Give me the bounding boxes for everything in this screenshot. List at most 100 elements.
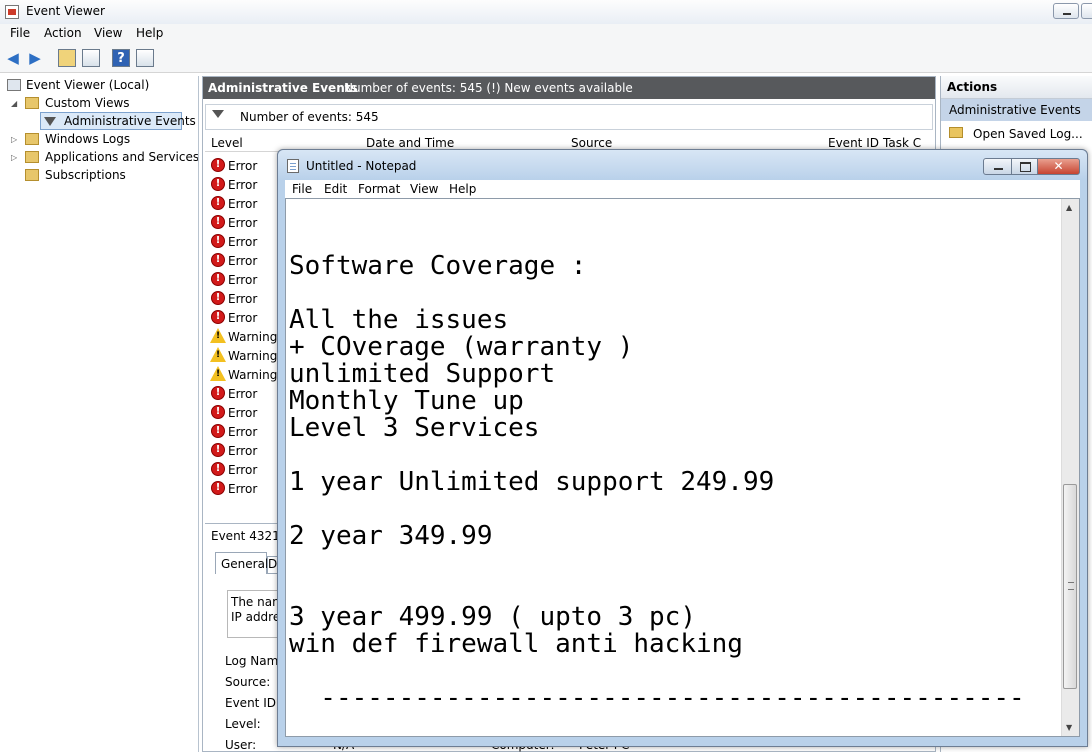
notepad-menu-format[interactable]: Format bbox=[358, 182, 400, 196]
table-row[interactable]: ! Error bbox=[205, 270, 285, 289]
scroll-down-arrow-icon[interactable]: ▼ bbox=[1066, 723, 1072, 732]
up-folder-icon[interactable] bbox=[58, 49, 76, 67]
table-row[interactable]: ! Error bbox=[205, 232, 285, 251]
tree-item-event-viewer-local[interactable]: Event Viewer (Local) bbox=[0, 77, 198, 95]
table-row[interactable]: ! Error bbox=[205, 213, 285, 232]
table-row[interactable]: ! Error bbox=[205, 384, 285, 403]
actions-section-administrative-events[interactable]: Administrative Events bbox=[941, 99, 1092, 121]
row-level-label: Error bbox=[228, 216, 258, 230]
folder-icon bbox=[25, 97, 39, 109]
forward-arrow-icon[interactable]: ▶ bbox=[26, 49, 44, 67]
table-row[interactable]: ! Error bbox=[205, 289, 285, 308]
action-open-saved-log[interactable]: Open Saved Log... bbox=[941, 123, 1092, 145]
event-viewer-app-icon bbox=[5, 5, 19, 19]
filter-icon bbox=[44, 117, 56, 126]
notepad-edit-area[interactable]: Software Coverage : All the issues + COv… bbox=[285, 198, 1080, 737]
collapsed-arrow-icon[interactable]: ▷ bbox=[11, 153, 17, 162]
table-row[interactable]: ! Warning bbox=[205, 365, 285, 384]
tree-item-custom-views[interactable]: ◢ Custom Views bbox=[0, 95, 198, 113]
menu-view[interactable]: View bbox=[94, 26, 122, 40]
table-row[interactable]: ! Error bbox=[205, 441, 285, 460]
notepad-text[interactable]: Software Coverage : All the issues + COv… bbox=[289, 199, 1059, 712]
notepad-menu-edit[interactable]: Edit bbox=[324, 182, 347, 196]
show-hide-tree-icon[interactable] bbox=[82, 49, 100, 67]
error-icon: ! bbox=[211, 272, 225, 286]
table-row[interactable]: ! Error bbox=[205, 194, 285, 213]
prop-user: User: bbox=[225, 738, 257, 752]
table-row[interactable]: ! Error bbox=[205, 156, 285, 175]
row-level-label: Error bbox=[228, 406, 258, 420]
table-row[interactable]: ! Warning bbox=[205, 346, 285, 365]
scroll-thumb[interactable] bbox=[1063, 484, 1077, 689]
column-date-time[interactable]: Date and Time bbox=[366, 136, 454, 150]
row-level-label: Error bbox=[228, 463, 258, 477]
error-icon: ! bbox=[211, 196, 225, 210]
error-icon: ! bbox=[211, 462, 225, 476]
column-task-category[interactable]: Task C bbox=[883, 136, 921, 150]
tree-item-subscriptions[interactable]: Subscriptions bbox=[0, 167, 198, 185]
tab-general[interactable]: General bbox=[215, 552, 268, 574]
notepad-menu-view[interactable]: View bbox=[410, 182, 438, 196]
event-viewer-icon bbox=[7, 79, 21, 91]
tree-item-label: Administrative Events bbox=[64, 114, 196, 128]
notepad-title: Untitled - Notepad bbox=[306, 159, 417, 173]
row-level-label: Error bbox=[228, 425, 258, 439]
menu-help[interactable]: Help bbox=[136, 26, 163, 40]
table-row[interactable]: ! Error bbox=[205, 460, 285, 479]
back-arrow-icon[interactable]: ◀ bbox=[4, 49, 22, 67]
maximize-button[interactable] bbox=[1081, 3, 1092, 19]
error-icon: ! bbox=[211, 158, 225, 172]
minimize-button[interactable] bbox=[1053, 3, 1079, 19]
filter-bar: Number of events: 545 bbox=[205, 104, 933, 130]
column-level[interactable]: Level bbox=[211, 136, 243, 150]
table-row[interactable]: ! Error bbox=[205, 175, 285, 194]
tree-item-label: Applications and Services Lo bbox=[45, 150, 198, 164]
tree-item-windows-logs[interactable]: ▷ Windows Logs bbox=[0, 131, 198, 149]
actions-header: Actions bbox=[941, 76, 1092, 99]
notepad-icon bbox=[287, 159, 299, 173]
tree-item-label: Event Viewer (Local) bbox=[26, 78, 150, 92]
row-level-label: Error bbox=[228, 444, 258, 458]
show-hide-action-pane-icon[interactable] bbox=[136, 49, 154, 67]
column-event-id[interactable]: Event ID bbox=[828, 136, 879, 150]
tree-item-applications-and-services[interactable]: ▷ Applications and Services Lo bbox=[0, 149, 198, 167]
warning-mark-icon: ! bbox=[216, 369, 221, 379]
help-icon[interactable]: ? bbox=[112, 49, 130, 67]
table-row[interactable]: ! Warning bbox=[205, 327, 285, 346]
notepad-titlebar[interactable]: Untitled - Notepad ✕ bbox=[278, 150, 1087, 180]
table-row[interactable]: ! Error bbox=[205, 251, 285, 270]
notepad-maximize-button[interactable] bbox=[1011, 158, 1038, 175]
row-level-label: Error bbox=[228, 159, 258, 173]
row-level-label: Error bbox=[228, 292, 258, 306]
error-icon: ! bbox=[211, 291, 225, 305]
menu-action[interactable]: Action bbox=[44, 26, 82, 40]
notepad-minimize-button[interactable] bbox=[983, 158, 1012, 175]
menu-file[interactable]: File bbox=[10, 26, 30, 40]
events-pane-info: Number of events: 545 (!) New events ava… bbox=[344, 81, 633, 95]
warning-mark-icon: ! bbox=[216, 350, 221, 360]
column-source[interactable]: Source bbox=[571, 136, 612, 150]
error-icon: ! bbox=[211, 424, 225, 438]
prop-event-id: Event ID: bbox=[225, 696, 281, 710]
error-icon: ! bbox=[211, 386, 225, 400]
scroll-up-arrow-icon[interactable]: ▲ bbox=[1066, 203, 1072, 212]
row-level-label: Warning bbox=[228, 349, 278, 363]
error-icon: ! bbox=[211, 215, 225, 229]
table-row[interactable]: ! Error bbox=[205, 422, 285, 441]
row-level-label: Warning bbox=[228, 330, 278, 344]
notepad-menu-bar: File Edit Format View Help bbox=[285, 180, 1080, 198]
notepad-vertical-scrollbar[interactable]: ▲ ▼ bbox=[1061, 199, 1079, 736]
notepad-close-button[interactable]: ✕ bbox=[1037, 158, 1080, 175]
error-icon: ! bbox=[211, 405, 225, 419]
event-viewer-titlebar: Event Viewer bbox=[0, 0, 1092, 25]
table-row[interactable]: ! Error bbox=[205, 403, 285, 422]
notepad-menu-file[interactable]: File bbox=[292, 182, 312, 196]
expanded-arrow-icon[interactable]: ◢ bbox=[11, 99, 17, 108]
table-row[interactable]: ! Error bbox=[205, 308, 285, 327]
tree-item-administrative-events[interactable]: Administrative Events bbox=[40, 112, 196, 130]
table-row[interactable]: ! Error bbox=[205, 479, 285, 498]
folder-icon bbox=[25, 133, 39, 145]
warning-mark-icon: ! bbox=[216, 331, 221, 341]
notepad-menu-help[interactable]: Help bbox=[449, 182, 476, 196]
collapsed-arrow-icon[interactable]: ▷ bbox=[11, 135, 17, 144]
